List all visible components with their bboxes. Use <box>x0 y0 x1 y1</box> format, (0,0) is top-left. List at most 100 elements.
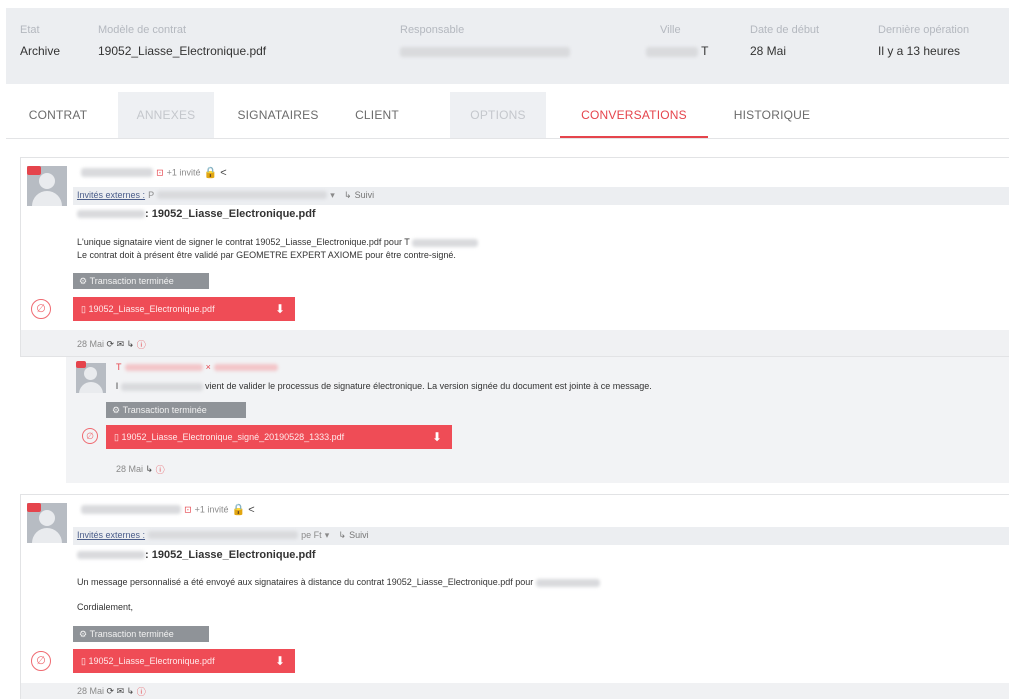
conversation-message: ⊡ +1 invité 🔒 < Invités externes : pe Ft… <box>20 494 1009 699</box>
share-icon[interactable]: < <box>220 167 226 179</box>
last-operation-value: Il y a 13 heures <box>878 44 961 58</box>
chevron-down-icon[interactable]: ▾ <box>330 190 335 200</box>
guests-prefix: P <box>148 190 155 200</box>
paperclip-icon: ∅ <box>31 299 51 319</box>
message-date: 28 Mai <box>77 338 105 349</box>
follow-button[interactable]: Suivi <box>349 530 369 540</box>
envelope-icon <box>27 503 41 512</box>
attachment-file-button[interactable]: ▯ 19052_Liasse_Electronique_signé_201905… <box>106 425 452 449</box>
invited-count: +1 invité <box>166 167 201 178</box>
status-badge: ⚙ Transaction terminée <box>73 626 209 642</box>
lock-icon[interactable]: 🔒 <box>204 166 218 179</box>
follow-small-icon[interactable]: ↳ <box>146 464 154 475</box>
share-icon[interactable]: < <box>248 504 254 516</box>
reply-footer: 28 Mai ↳ ⓘ <box>116 463 165 476</box>
city-label: Ville <box>660 24 681 36</box>
settings-icon[interactable]: ⟳ <box>107 686 115 697</box>
mail-icon[interactable]: ✉ <box>117 339 125 350</box>
info-icon[interactable]: ⓘ <box>156 463 165 476</box>
status-value: Archive <box>20 44 61 58</box>
file-icon: ▯ <box>81 656 86 666</box>
reply-initial: T <box>116 362 122 372</box>
info-icon[interactable]: ⓘ <box>137 338 146 351</box>
subject-text: : 19052_Liasse_Electronique.pdf <box>145 549 316 561</box>
guests-row: Invités externes : P ▾ ↳ Suivi <box>77 189 374 201</box>
invited-count: +1 invité <box>194 504 229 515</box>
tab-conversations[interactable]: CONVERSATIONS <box>560 92 708 138</box>
status-badge-text: Transaction terminée <box>89 276 174 286</box>
template-value: 19052_Liasse_Electronique.pdf <box>98 44 267 58</box>
info-icon[interactable]: ⓘ <box>137 685 146 698</box>
guests-row: Invités externes : pe Ft ▾ ↳ Suivi <box>77 529 369 541</box>
chevron-down-icon[interactable]: ▾ <box>325 530 330 540</box>
status-badge: ⚙ Transaction terminée <box>73 273 209 289</box>
attachment-file-button[interactable]: ▯ 19052_Liasse_Electronique.pdf ⬇ <box>73 649 295 673</box>
guests-link[interactable]: Invités externes : <box>77 530 145 540</box>
message-body-line2: Cordialement, <box>77 602 134 612</box>
owner-label: Responsable <box>400 24 465 36</box>
follow-small-icon[interactable]: ↳ <box>127 339 135 350</box>
message-date: 28 Mai <box>77 685 105 696</box>
tab-annexes[interactable]: ANNEXES <box>118 92 214 138</box>
template-field: Modèle de contrat 19052_Liasse_Electroni… <box>98 24 266 58</box>
lock-icon[interactable]: 🔒 <box>232 503 246 516</box>
message-date: 28 Mai <box>116 463 144 474</box>
tab-contrat[interactable]: CONTRAT <box>20 92 96 138</box>
gear-icon: ⚙ <box>112 405 121 415</box>
download-icon[interactable]: ⬇ <box>275 649 285 673</box>
reply-author-row: T × <box>116 361 278 373</box>
follow-icon[interactable]: ↳ <box>344 190 352 200</box>
status-badge-text: Transaction terminée <box>89 629 174 639</box>
attachment-file-name: 19052_Liasse_Electronique.pdf <box>88 304 215 314</box>
last-operation-label: Dernière opération <box>878 24 970 36</box>
body-line1-text: L'unique signataire vient de signer le c… <box>77 237 410 247</box>
guests-link[interactable]: Invités externes : <box>77 190 145 200</box>
owner-value <box>400 44 570 58</box>
message-body-line1: Un message personnalisé a été envoyé aux… <box>77 577 600 587</box>
tab-client[interactable]: CLIENT <box>342 92 412 138</box>
download-icon[interactable]: ⬇ <box>432 425 442 449</box>
body-line1-text: Un message personnalisé a été envoyé aux… <box>77 577 534 587</box>
attachment-file-button[interactable]: ▯ 19052_Liasse_Electronique.pdf ⬇ <box>73 297 295 321</box>
city-value: T <box>646 44 708 58</box>
settings-icon[interactable]: ⟳ <box>107 339 115 350</box>
owner-field: Responsable <box>400 24 570 58</box>
paperclip-icon: ∅ <box>31 651 51 671</box>
status-label: Etat <box>20 24 40 36</box>
follow-small-icon[interactable]: ↳ <box>127 686 135 697</box>
city-suffix: T <box>701 44 709 58</box>
template-label: Modèle de contrat <box>98 24 187 36</box>
message-footer: 28 Mai ⟳ ✉ ↳ ⓘ <box>21 683 1009 699</box>
file-icon: ▯ <box>81 304 86 314</box>
message-body-line1: L'unique signataire vient de signer le c… <box>77 237 479 247</box>
tab-historique[interactable]: HISTORIQUE <box>722 92 822 138</box>
message-subject: : 19052_Liasse_Electronique.pdf <box>77 208 316 220</box>
guests-suffix: pe Ft <box>301 530 322 540</box>
conversation-message: ⊡ +1 invité 🔒 < Invités externes : P ▾ ↳… <box>20 157 1009 357</box>
attachment-file-name: 19052_Liasse_Electronique.pdf <box>88 656 215 666</box>
paperclip-icon: ∅ <box>82 428 98 444</box>
city-field: Ville T <box>646 24 708 58</box>
message-author-row: ⊡ +1 invité 🔒 < <box>81 503 255 516</box>
message-subject: : 19052_Liasse_Electronique.pdf <box>77 549 316 561</box>
file-icon: ▯ <box>114 432 119 442</box>
download-icon[interactable]: ⬇ <box>275 297 285 321</box>
conversation-reply: T × l vient de valider le processus de s… <box>66 357 1009 483</box>
message-author-row: ⊡ +1 invité 🔒 < <box>81 166 227 179</box>
follow-button[interactable]: Suivi <box>355 190 375 200</box>
tab-options[interactable]: OPTIONS <box>450 92 546 138</box>
mail-icon[interactable]: ✉ <box>117 686 125 697</box>
tab-signataires[interactable]: SIGNATAIRES <box>228 92 328 138</box>
status-field: Etat Archive <box>20 24 60 58</box>
attachment-file-name: 19052_Liasse_Electronique_signé_20190528… <box>121 432 345 442</box>
envelope-icon <box>27 166 41 175</box>
message-body-line2: Le contrat doit à présent être validé pa… <box>77 250 456 260</box>
gear-icon: ⚙ <box>79 276 88 286</box>
follow-icon[interactable]: ↳ <box>338 530 346 540</box>
envelope-icon <box>76 361 86 368</box>
start-date-value: 28 Mai <box>750 44 787 58</box>
start-date-label: Date de début <box>750 24 820 36</box>
reply-body-text: vient de valider le processus de signatu… <box>205 381 652 391</box>
subject-text: : 19052_Liasse_Electronique.pdf <box>145 208 316 220</box>
start-date-field: Date de début 28 Mai <box>750 24 819 58</box>
